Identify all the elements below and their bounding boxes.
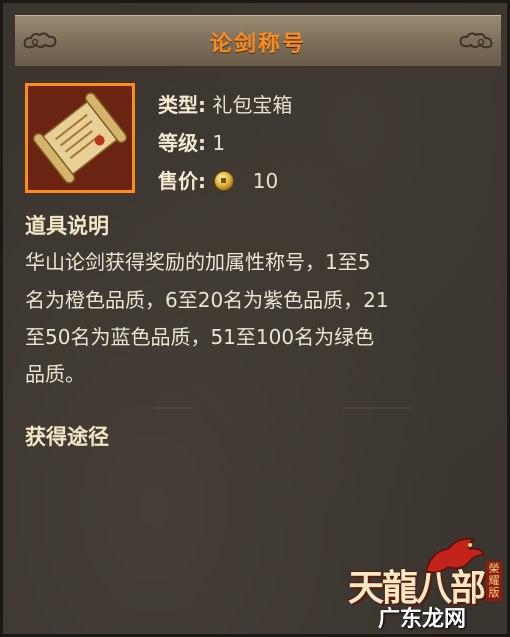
item-level-value: 1 bbox=[212, 131, 226, 155]
item-price-label: 售价: bbox=[158, 169, 206, 193]
item-type-label: 类型: bbox=[158, 93, 206, 117]
description-line: 华山论剑获得奖励的加属性称号，1至5 bbox=[25, 250, 371, 274]
tooltip-title: 论剑称号 bbox=[209, 32, 306, 57]
item-type-value: 礼包宝箱 bbox=[212, 93, 293, 117]
item-level-label: 等级: bbox=[158, 131, 206, 155]
description-line: 名为橙色品质，6至20名为紫色品质，21 bbox=[25, 288, 389, 312]
item-price-value: 10 bbox=[252, 169, 279, 193]
item-price-row: 售价: 10 bbox=[158, 165, 278, 194]
description-line: 至50名为蓝色品质，51至100名为绿色 bbox=[25, 325, 375, 349]
game-logo: 天龍八部 榮耀版 广东龙网 bbox=[348, 531, 507, 634]
scroll-icon bbox=[28, 86, 132, 190]
item-level-row: 等级: 1 bbox=[158, 127, 225, 156]
obtain-heading: 获得途径 bbox=[25, 425, 109, 449]
item-type-row: 类型: 礼包宝箱 bbox=[158, 89, 292, 118]
cloud-ornament-icon bbox=[459, 32, 493, 49]
description-heading: 道具说明 bbox=[25, 214, 109, 238]
item-icon-frame bbox=[25, 83, 135, 193]
copper-coin-icon bbox=[214, 171, 235, 191]
logo-watermark: 广东龙网 bbox=[378, 607, 467, 632]
logo-edition: 榮耀版 bbox=[486, 561, 502, 601]
background-decoration bbox=[343, 407, 413, 409]
description-line: 品质。 bbox=[25, 362, 85, 386]
background-decoration bbox=[153, 407, 193, 409]
item-tooltip-panel: 论剑称号 类型: 礼包宝箱 等级: 1 售价: 10 道具说明 华山论剑获得奖励… bbox=[0, 0, 510, 637]
title-bar: 论剑称号 bbox=[15, 15, 501, 67]
